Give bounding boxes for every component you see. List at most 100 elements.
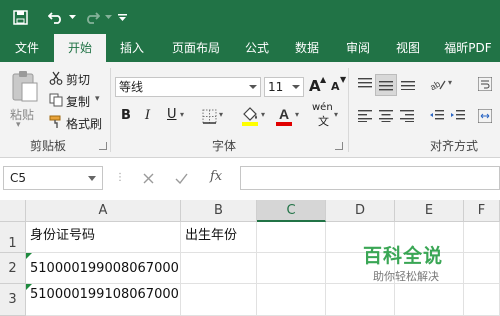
ribbon-tabs: 文件 开始 插入 页面布局 公式 数据 审阅 视图 福昕PDF xyxy=(0,34,500,62)
cut-icon[interactable] xyxy=(48,70,64,86)
cell-d3[interactable] xyxy=(326,284,395,316)
cell-a1[interactable]: 身份证号码 xyxy=(26,222,181,253)
name-box-dropdown-icon[interactable] xyxy=(88,176,96,181)
paste-label[interactable]: 粘贴 xyxy=(10,106,34,123)
font-color-icon[interactable]: A xyxy=(274,105,294,127)
cell-f3[interactable] xyxy=(464,284,500,316)
border-dropdown-icon[interactable]: ▾ xyxy=(219,110,223,119)
select-all-corner[interactable] xyxy=(0,200,26,222)
fill-color-icon[interactable] xyxy=(240,105,260,127)
tab-home[interactable]: 开始 xyxy=(54,34,106,62)
tab-file[interactable]: 文件 xyxy=(2,34,52,62)
undo-icon[interactable] xyxy=(46,7,66,27)
grow-font-caret: ▲ xyxy=(320,75,327,84)
row-header-3[interactable]: 3 xyxy=(0,284,26,316)
svg-text:ab: ab xyxy=(430,79,442,91)
merge-center-icon[interactable] xyxy=(475,107,495,125)
column-header-e[interactable]: E xyxy=(395,200,464,222)
tab-foxit-pdf[interactable]: 福昕PDF xyxy=(436,34,500,62)
redo-icon[interactable] xyxy=(82,7,102,27)
align-center-icon[interactable] xyxy=(376,107,396,125)
align-left-icon[interactable] xyxy=(355,107,375,125)
format-painter-icon[interactable] xyxy=(48,114,64,130)
wrap-text-icon[interactable] xyxy=(475,74,495,94)
tab-insert[interactable]: 插入 xyxy=(108,34,156,62)
orientation-icon[interactable]: ab xyxy=(428,74,448,94)
cut-label[interactable]: 剪切 xyxy=(66,71,90,88)
divider xyxy=(110,68,111,152)
watermark-title: 百科全说 xyxy=(363,245,444,267)
row-header-2[interactable]: 2 xyxy=(0,253,26,284)
border-icon[interactable] xyxy=(200,108,218,124)
phonetic-icon[interactable]: wén xyxy=(312,102,333,113)
underline-button[interactable]: U xyxy=(167,107,177,122)
watermark: 百科全说 助你轻松解决 xyxy=(335,237,475,287)
redo-dropdown-icon[interactable] xyxy=(104,7,112,27)
cell-c3[interactable] xyxy=(257,284,326,316)
font-group-label: 字体 xyxy=(212,139,237,153)
customize-icon[interactable] xyxy=(116,7,128,27)
title-bar xyxy=(0,0,500,34)
align-middle-icon[interactable] xyxy=(375,74,397,96)
column-header-a[interactable]: A xyxy=(26,200,181,222)
align-top-icon[interactable] xyxy=(355,74,375,94)
paste-dropdown-icon[interactable]: ▾ xyxy=(16,120,21,130)
bold-button[interactable]: B xyxy=(121,108,131,123)
copy-label[interactable]: 复制 xyxy=(66,93,90,110)
italic-button[interactable]: I xyxy=(145,108,150,123)
column-header-b[interactable]: B xyxy=(181,200,257,222)
decrease-indent-icon[interactable] xyxy=(428,107,446,125)
cell-c1[interactable] xyxy=(257,222,326,253)
font-color-dropdown-icon[interactable]: ▾ xyxy=(295,110,299,119)
cell-a2-value: 510000199008067000 xyxy=(30,261,179,276)
cell-a3[interactable]: 510000199108067000 xyxy=(26,284,181,316)
clipboard-launcher-icon[interactable] xyxy=(99,142,107,150)
svg-text:A: A xyxy=(279,106,289,122)
shrink-font-icon[interactable]: A xyxy=(331,80,340,93)
font-name-combo[interactable]: 等线 xyxy=(115,77,261,97)
phonetic-dropdown-icon[interactable]: ▾ xyxy=(334,110,338,119)
name-box[interactable]: C5 xyxy=(3,166,103,190)
save-icon[interactable] xyxy=(10,7,30,27)
column-header-f[interactable]: F xyxy=(464,200,500,222)
phonetic-char: 文 xyxy=(318,115,329,128)
font-name-dropdown-icon[interactable] xyxy=(249,85,257,89)
font-launcher-icon[interactable] xyxy=(335,142,343,150)
align-right-icon[interactable] xyxy=(397,107,417,125)
grow-font-icon[interactable]: A xyxy=(309,77,321,95)
more-options-icon[interactable]: ⋮ xyxy=(115,172,125,183)
cancel-icon[interactable] xyxy=(140,170,156,186)
tab-page-layout[interactable]: 页面布局 xyxy=(162,34,230,62)
tab-view[interactable]: 视图 xyxy=(386,34,430,62)
undo-dropdown-icon[interactable] xyxy=(68,7,76,27)
orientation-dropdown-icon[interactable]: ▾ xyxy=(448,78,452,87)
cell-b2[interactable] xyxy=(181,253,257,284)
row-header-1[interactable]: 1 xyxy=(0,222,26,253)
font-size-dropdown-icon[interactable] xyxy=(292,85,300,89)
fill-color-dropdown-icon[interactable]: ▾ xyxy=(261,110,265,119)
shrink-font-caret: ▼ xyxy=(340,75,347,84)
copy-dropdown-icon[interactable]: ▾ xyxy=(95,94,100,104)
underline-dropdown-icon[interactable]: ▾ xyxy=(180,110,184,119)
enter-icon[interactable] xyxy=(173,170,189,186)
tab-review[interactable]: 审阅 xyxy=(336,34,380,62)
cell-b3[interactable] xyxy=(181,284,257,316)
insert-function-icon[interactable]: fx xyxy=(210,169,222,184)
alignment-group-label: 对齐方式 xyxy=(430,139,479,153)
formula-input[interactable] xyxy=(240,166,500,190)
increase-indent-icon[interactable] xyxy=(449,107,467,125)
tab-data[interactable]: 数据 xyxy=(284,34,330,62)
name-box-value: C5 xyxy=(10,171,27,185)
paste-icon[interactable] xyxy=(8,68,42,104)
cell-c2[interactable] xyxy=(257,253,326,284)
cell-e3[interactable] xyxy=(395,284,464,316)
column-header-d[interactable]: D xyxy=(326,200,395,222)
format-painter-label[interactable]: 格式刷 xyxy=(66,115,102,132)
copy-icon[interactable] xyxy=(48,92,64,108)
tab-formulas[interactable]: 公式 xyxy=(236,34,278,62)
cell-a2[interactable]: 510000199008067000 xyxy=(26,253,181,284)
font-size-combo[interactable]: 11 xyxy=(264,77,304,97)
column-header-c[interactable]: C xyxy=(257,200,326,222)
align-bottom-icon[interactable] xyxy=(398,74,418,94)
cell-b1[interactable]: 出生年份 xyxy=(181,222,257,253)
